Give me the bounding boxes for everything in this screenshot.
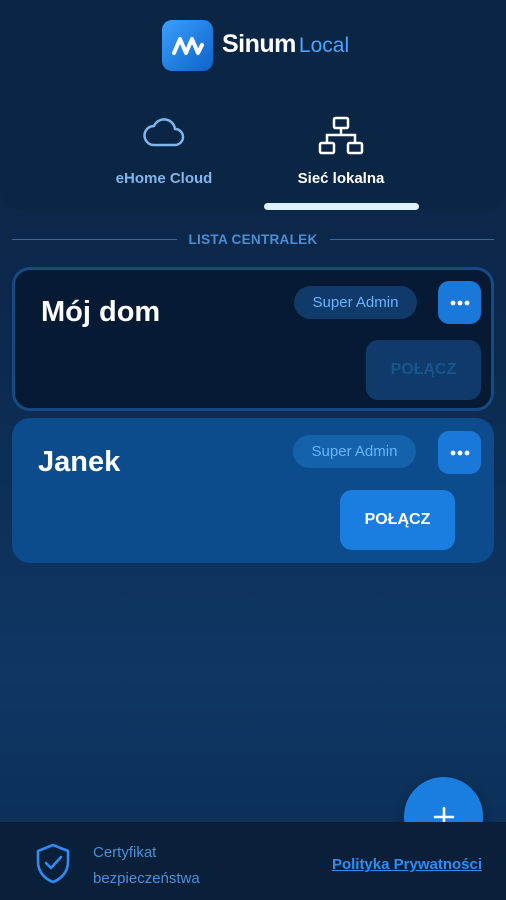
divider bbox=[329, 238, 494, 240]
connect-button[interactable]: POŁĄCZ bbox=[340, 490, 455, 550]
privacy-policy-link[interactable]: Polityka Prywatności bbox=[332, 856, 482, 873]
header: Sinum Local eHome Cloud Sieć lokalna bbox=[0, 0, 506, 211]
footer: Certyfikat bezpieczeństwa Polityka Prywa… bbox=[0, 822, 506, 900]
security-certificate-link[interactable]: Certyfikat bezpieczeństwa bbox=[93, 840, 233, 892]
network-icon bbox=[317, 116, 365, 161]
app-name-main: Sinum bbox=[222, 30, 296, 58]
tab-ehome-cloud-label: eHome Cloud bbox=[115, 170, 213, 187]
device-name: Mój dom bbox=[41, 296, 161, 328]
tab-local-network-label: Sieć lokalna bbox=[297, 170, 385, 187]
more-options-button[interactable] bbox=[438, 281, 481, 324]
sinum-logo-icon bbox=[162, 20, 213, 71]
device-card[interactable]: Mój dom Super Admin POŁĄCZ bbox=[12, 267, 494, 411]
device-card[interactable]: Janek Super Admin POŁĄCZ bbox=[12, 418, 494, 563]
app-name-sub: Local bbox=[298, 34, 350, 57]
connect-button[interactable]: POŁĄCZ bbox=[366, 340, 481, 400]
more-options-button[interactable] bbox=[438, 431, 481, 474]
more-dots-icon bbox=[450, 450, 469, 455]
tab-ehome-cloud[interactable]: eHome Cloud bbox=[74, 110, 254, 200]
device-name: Janek bbox=[38, 446, 121, 478]
more-dots-icon bbox=[450, 300, 469, 305]
cert-line-1: Certyfikat bbox=[93, 844, 157, 861]
divider bbox=[12, 238, 177, 240]
cert-line-2: bezpieczeństwa bbox=[93, 870, 200, 887]
active-tab-indicator bbox=[264, 203, 419, 210]
cloud-icon bbox=[142, 116, 186, 155]
app-logo-text: Sinum Local bbox=[222, 30, 349, 64]
role-badge: Super Admin bbox=[294, 286, 417, 319]
role-badge: Super Admin bbox=[293, 435, 416, 468]
section-title-text: LISTA CENTRALEK bbox=[188, 231, 318, 247]
tab-local-network[interactable]: Sieć lokalna bbox=[251, 110, 431, 200]
shield-check-icon bbox=[34, 842, 72, 889]
section-title: LISTA CENTRALEK bbox=[12, 229, 494, 249]
